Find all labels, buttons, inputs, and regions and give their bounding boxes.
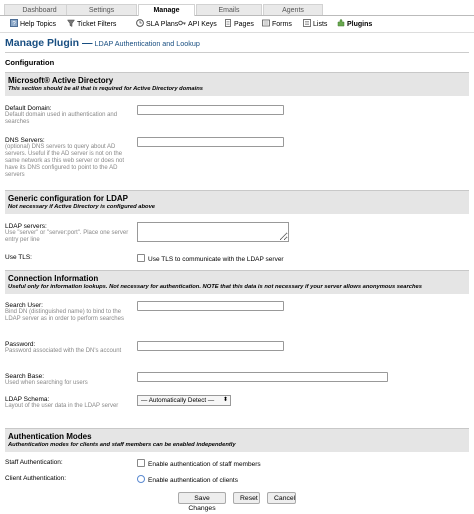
section-authentication-modes: Authentication Modes Authentication mode… bbox=[5, 428, 469, 452]
forms-icon bbox=[262, 19, 270, 27]
tab-manage[interactable]: Manage bbox=[138, 4, 195, 16]
section-heading: Connection Information bbox=[8, 274, 99, 283]
dns-servers-label: DNS Servers: (optional) DNS servers to q… bbox=[5, 137, 125, 179]
ldap-servers-label: LDAP servers: Use "server" or "server:po… bbox=[5, 223, 129, 244]
section-generic-ldap: Generic configuration for LDAP Not neces… bbox=[5, 190, 469, 214]
search-user-label: Search User: Bind DN (distinguished name… bbox=[5, 302, 124, 323]
page-title: Manage Plugin — LDAP Authentication and L… bbox=[5, 37, 200, 49]
search-base-label: Search Base: Used when searching for use… bbox=[5, 373, 88, 386]
ticket-filters-icon bbox=[67, 19, 75, 27]
save-changes-button[interactable]: Save Changes bbox=[178, 492, 226, 512]
subnav-api-keys[interactable]: API Keys bbox=[178, 19, 217, 29]
client-authentication-label: Client Authentication: bbox=[5, 475, 67, 482]
top-nav: Dashboard Settings Manage Emails Agents bbox=[0, 0, 474, 16]
ldap-schema-select[interactable]: — Automatically Detect — ⬍ bbox=[137, 395, 231, 406]
subnav-help-topics[interactable]: ? Help Topics bbox=[10, 19, 56, 29]
section-heading: Generic configuration for LDAP bbox=[8, 194, 129, 203]
use-tls-option[interactable]: Use TLS to communicate with the LDAP ser… bbox=[137, 254, 284, 264]
section-description: Useful only for information lookups. Not… bbox=[8, 284, 422, 290]
page-subtitle: LDAP Authentication and Lookup bbox=[94, 39, 200, 48]
plugins-icon bbox=[337, 19, 345, 27]
use-tls-checkbox[interactable] bbox=[137, 254, 145, 262]
search-base-input[interactable] bbox=[137, 372, 388, 382]
lists-icon bbox=[303, 19, 311, 27]
section-description: This section should be all that is requi… bbox=[8, 86, 203, 92]
password-label: Password: Password associated with the D… bbox=[5, 341, 122, 354]
dns-servers-input[interactable] bbox=[137, 137, 284, 147]
select-arrows-icon: ⬍ bbox=[222, 397, 228, 403]
subnav-sla-plans[interactable]: SLA Plans bbox=[136, 19, 178, 29]
configuration-heading: Configuration bbox=[5, 58, 55, 67]
password-input[interactable] bbox=[137, 341, 284, 351]
subnav-lists[interactable]: Lists bbox=[303, 19, 327, 29]
search-user-input[interactable] bbox=[137, 301, 284, 311]
api-keys-icon bbox=[178, 20, 186, 26]
reset-button[interactable]: Reset bbox=[233, 492, 260, 504]
tab-dashboard[interactable]: Dashboard bbox=[4, 4, 75, 15]
subnav-pages[interactable]: Pages bbox=[224, 19, 254, 29]
section-description: Not necessary if Active Directory is con… bbox=[8, 204, 156, 210]
staff-authentication-checkbox[interactable] bbox=[137, 459, 145, 467]
subnav-ticket-filters[interactable]: Ticket Filters bbox=[67, 19, 116, 29]
subnav-plugins[interactable]: Plugins bbox=[337, 19, 372, 29]
section-heading: Microsoft® Active Directory bbox=[8, 76, 114, 85]
tab-settings[interactable]: Settings bbox=[66, 4, 137, 15]
default-domain-input[interactable] bbox=[137, 105, 284, 115]
use-tls-label: Use TLS: bbox=[5, 254, 32, 261]
title-divider bbox=[5, 52, 469, 53]
pages-icon bbox=[225, 19, 231, 27]
tab-agents[interactable]: Agents bbox=[263, 4, 323, 15]
help-topics-icon: ? bbox=[10, 19, 18, 27]
subnav-forms[interactable]: Forms bbox=[262, 19, 292, 29]
staff-authentication-label: Staff Authentication: bbox=[5, 459, 63, 466]
staff-authentication-option[interactable]: Enable authentication of staff members bbox=[137, 459, 261, 469]
section-connection-information: Connection Information Useful only for i… bbox=[5, 270, 469, 294]
sla-plans-icon bbox=[136, 19, 144, 27]
section-active-directory: Microsoft® Active Directory This section… bbox=[5, 72, 469, 96]
sub-nav: ? Help Topics Ticket Filters SLA Plans AP… bbox=[0, 16, 474, 33]
section-heading: Authentication Modes bbox=[8, 432, 92, 441]
client-authentication-checkbox[interactable] bbox=[137, 475, 145, 483]
default-domain-label: Default Domain: Default domain used in a… bbox=[5, 105, 118, 126]
tab-emails[interactable]: Emails bbox=[196, 4, 262, 15]
client-authentication-option[interactable]: Enable authentication of clients bbox=[137, 475, 238, 485]
ldap-schema-label: LDAP Schema: Layout of the user data in … bbox=[5, 396, 119, 409]
ldap-servers-textarea[interactable] bbox=[137, 222, 289, 242]
cancel-button[interactable]: Cancel bbox=[267, 492, 296, 504]
section-description: Authentication modes for clients and sta… bbox=[8, 442, 236, 448]
